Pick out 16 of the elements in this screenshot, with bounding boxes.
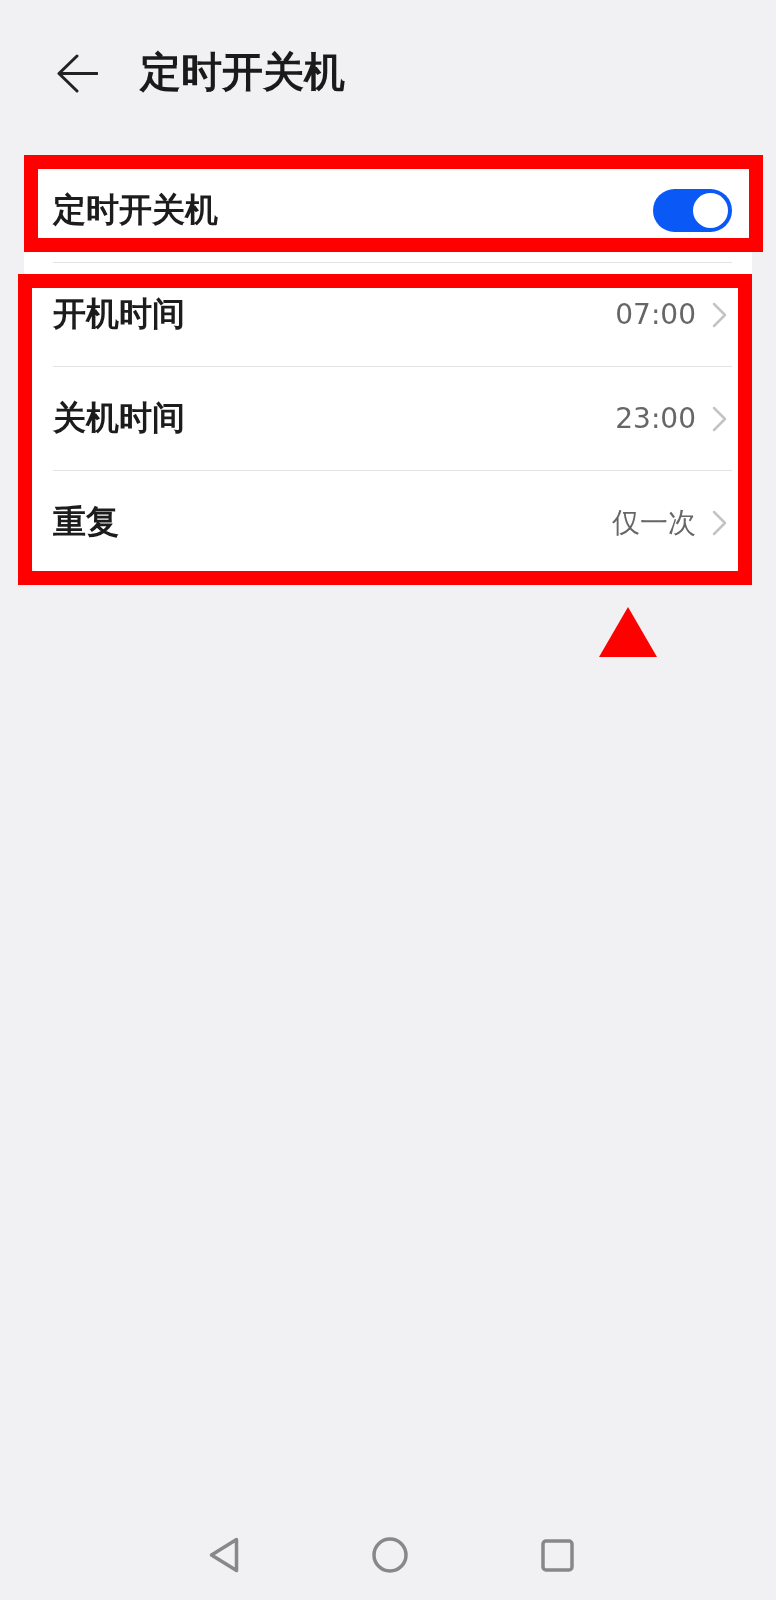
chevron-right-icon bbox=[712, 405, 727, 432]
chevron-right-icon bbox=[712, 509, 727, 536]
page-title: 定时开关机 bbox=[140, 48, 345, 98]
setting-value[interactable]: 23:00 bbox=[615, 402, 696, 435]
back-arrow-icon[interactable] bbox=[56, 53, 98, 93]
recents-square-icon[interactable] bbox=[541, 1538, 574, 1572]
setting-label: 定时开关机 bbox=[53, 188, 218, 231]
toggle-switch[interactable] bbox=[653, 188, 732, 232]
home-circle-icon[interactable] bbox=[372, 1537, 408, 1573]
setting-label: 开机时间 bbox=[53, 293, 185, 335]
setting-value[interactable]: 仅一次 bbox=[612, 503, 696, 542]
chevron-right-icon bbox=[712, 301, 727, 328]
setting-value[interactable]: 07:00 bbox=[615, 298, 696, 331]
back-triangle-icon[interactable] bbox=[209, 1537, 239, 1573]
setting-label: 重复 bbox=[53, 501, 119, 543]
setting-label: 关机时间 bbox=[53, 397, 185, 439]
